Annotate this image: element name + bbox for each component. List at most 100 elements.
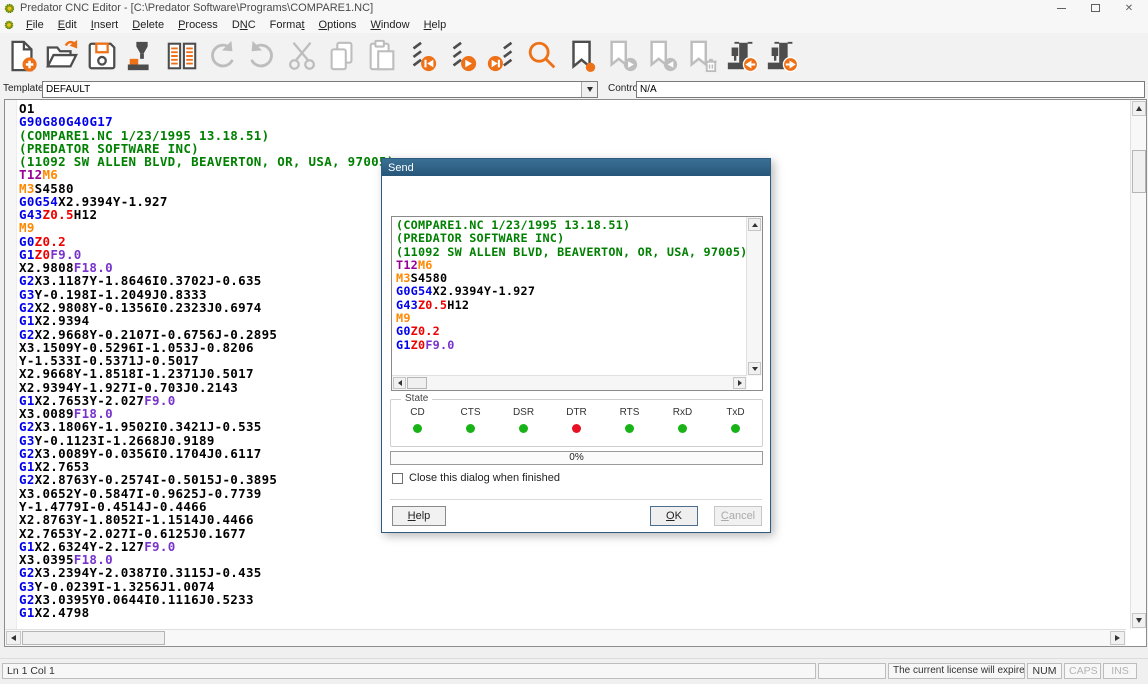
menu-process[interactable]: Process: [171, 18, 225, 32]
preview-scroll-left-button[interactable]: [393, 377, 406, 389]
redo-icon: [245, 39, 279, 73]
editor-vertical-scrollbar[interactable]: [1130, 100, 1146, 629]
scroll-up-button[interactable]: [1132, 101, 1146, 116]
signal-label: CTS: [444, 407, 497, 418]
preview-scroll-right-button[interactable]: [733, 377, 746, 389]
template-control-bar: Template DEFAULT Control N/A: [0, 79, 1148, 100]
copy-icon: [325, 39, 359, 73]
undo-button: [202, 35, 242, 77]
backplot-button[interactable]: [122, 35, 162, 77]
menu-file[interactable]: File: [19, 18, 51, 32]
find-button[interactable]: [522, 35, 562, 77]
new-button[interactable]: [2, 35, 42, 77]
signal-rts: RTS: [603, 400, 656, 446]
open-icon: [45, 39, 79, 73]
statusbar: Ln 1 Col 1 The current license will expi…: [0, 658, 1148, 684]
send-dialog-titlebar[interactable]: Send: [382, 159, 770, 176]
first-difference-button[interactable]: [402, 35, 442, 77]
send-button[interactable]: [762, 35, 802, 77]
signal-led-green: [413, 424, 422, 433]
preview-horizontal-scrollbar[interactable]: [392, 375, 747, 390]
arrow-down-icon: [1136, 618, 1142, 623]
control-field[interactable]: N/A: [636, 81, 1145, 98]
next-difference-button[interactable]: [442, 35, 482, 77]
toggle-bookmark-icon: [565, 39, 599, 73]
menu-options[interactable]: Options: [312, 18, 364, 32]
license-message: The current license will expire in 29 da…: [888, 663, 1025, 679]
toggle-bookmark-button[interactable]: [562, 35, 602, 77]
app-gear-icon: [4, 3, 15, 14]
titlebar: Predator CNC Editor - [C:\Predator Softw…: [0, 0, 1148, 16]
editor-horizontal-scrollbar[interactable]: [5, 629, 1126, 646]
paste-button: [362, 35, 402, 77]
menu-window[interactable]: Window: [363, 18, 416, 32]
preview-scroll-up-button[interactable]: [748, 218, 761, 231]
close-button[interactable]: ✕: [1112, 0, 1146, 16]
compare-button[interactable]: [162, 35, 202, 77]
preview-scroll-down-button[interactable]: [748, 362, 761, 375]
last-difference-button[interactable]: [482, 35, 522, 77]
signal-label: CD: [391, 407, 444, 418]
editor-margin: [5, 100, 17, 629]
arrow-up-icon: [752, 223, 758, 227]
signal-label: DTR: [550, 407, 603, 418]
cursor-position: Ln 1 Col 1: [2, 663, 816, 679]
window-title: Predator CNC Editor - [C:\Predator Softw…: [20, 2, 373, 14]
send-dialog: Send (COMPARE1.NC 1/23/1995 13.18.51) (P…: [381, 158, 771, 533]
copy-button: [322, 35, 362, 77]
cut-button: [282, 35, 322, 77]
vertical-scroll-thumb[interactable]: [1132, 150, 1146, 193]
signal-dsr: DSR: [497, 400, 550, 446]
clear-bookmarks-button: [682, 35, 722, 77]
status-panel-blank: [818, 663, 886, 679]
menu-delete[interactable]: Delete: [125, 18, 171, 32]
state-legend: State: [401, 393, 432, 404]
num-lock-indicator: NUM: [1027, 663, 1062, 679]
ok-button[interactable]: OK: [650, 506, 698, 526]
clear-bookmarks-icon: [685, 39, 719, 73]
close-when-finished-label: Close this dialog when finished: [409, 472, 560, 484]
receive-button[interactable]: [722, 35, 762, 77]
receive-icon: [725, 39, 759, 73]
menu-dnc[interactable]: DNC: [225, 18, 263, 32]
horizontal-scroll-thumb[interactable]: [22, 631, 165, 645]
cancel-button[interactable]: Cancel: [714, 506, 762, 526]
menubar: FileEditInsertDeleteProcessDNCFormatOpti…: [0, 16, 1148, 33]
arrow-right-icon: [738, 380, 742, 386]
send-dialog-title: Send: [388, 162, 414, 174]
open-button[interactable]: [42, 35, 82, 77]
menu-insert[interactable]: Insert: [84, 18, 126, 32]
state-groupbox: State CD CTS DSR DTR RTS RxD TxD: [390, 399, 763, 447]
send-preview-text: (COMPARE1.NC 1/23/1995 13.18.51) (PREDAT…: [396, 219, 747, 352]
help-button[interactable]: Help: [392, 506, 446, 526]
signal-led-green: [519, 424, 528, 433]
next-difference-icon: [445, 39, 479, 73]
next-bookmark-button: [602, 35, 642, 77]
close-when-finished-checkbox[interactable]: [392, 473, 403, 484]
save-button[interactable]: [82, 35, 122, 77]
minimize-button[interactable]: [1044, 0, 1078, 16]
menu-help[interactable]: Help: [417, 18, 454, 32]
scroll-down-button[interactable]: [1132, 613, 1146, 628]
template-dropdown-button[interactable]: [581, 82, 597, 97]
restore-button[interactable]: [1078, 0, 1112, 16]
arrow-right-icon: [1115, 635, 1120, 641]
first-difference-icon: [405, 39, 439, 73]
preview-horizontal-scroll-thumb[interactable]: [407, 377, 427, 389]
signal-label: DSR: [497, 407, 550, 418]
send-icon: [765, 39, 799, 73]
signal-label: RTS: [603, 407, 656, 418]
template-combobox[interactable]: DEFAULT: [42, 81, 598, 98]
menu-format[interactable]: Format: [263, 18, 312, 32]
signal-cd: CD: [391, 400, 444, 446]
undo-icon: [205, 39, 239, 73]
close-when-finished-row: Close this dialog when finished: [392, 472, 560, 484]
preview-vertical-scrollbar[interactable]: [746, 217, 762, 376]
scroll-left-button[interactable]: [6, 631, 21, 645]
scroll-right-button[interactable]: [1110, 631, 1125, 645]
gcode-text-area[interactable]: O1 G90G80G40G17 (COMPARE1.NC 1/23/1995 1…: [19, 102, 395, 619]
caps-lock-indicator: CAPS: [1064, 663, 1101, 679]
arrow-left-icon: [398, 380, 402, 386]
next-bookmark-icon: [605, 39, 639, 73]
menu-edit[interactable]: Edit: [51, 18, 84, 32]
